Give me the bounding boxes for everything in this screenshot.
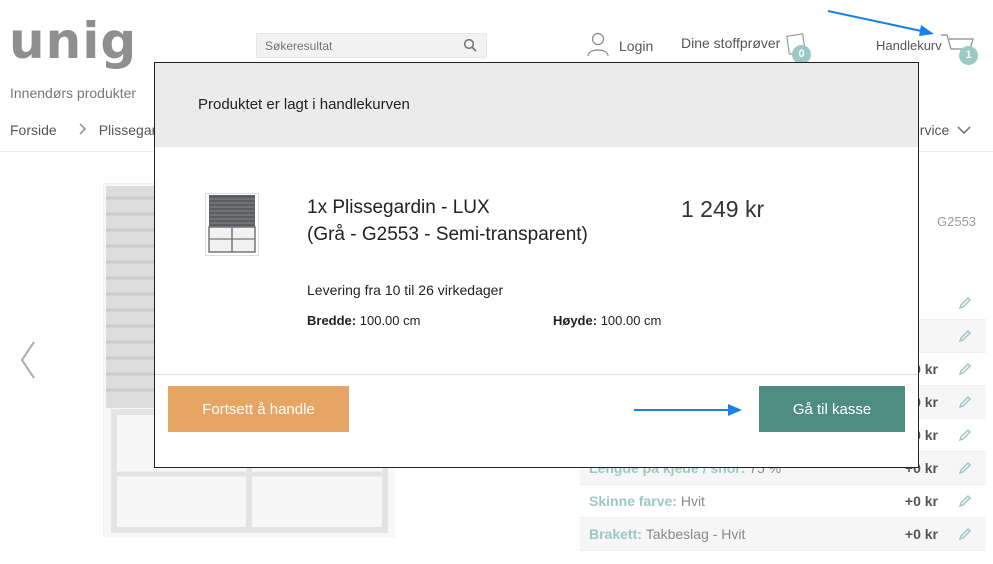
option-label: Skinne farve: Hvit bbox=[589, 493, 705, 509]
pencil-icon[interactable] bbox=[958, 296, 972, 313]
search-input[interactable] bbox=[257, 34, 457, 57]
pencil-icon[interactable] bbox=[958, 362, 972, 379]
pencil-icon[interactable] bbox=[958, 329, 972, 346]
pencil-icon[interactable] bbox=[958, 494, 972, 511]
page: unig Login Dine stoffprøver 0 Handlekurv… bbox=[0, 0, 993, 564]
height-dimension: Høyde: 100.00 cm bbox=[553, 313, 662, 328]
annotation-arrow-icon bbox=[827, 10, 934, 36]
option-row: Brakett: Takbeslag - Hvit +0 kr bbox=[580, 518, 986, 551]
cart-count-badge: 1 bbox=[959, 46, 978, 65]
modal-header: Produktet er lagt i handlekurven bbox=[155, 63, 918, 147]
breadcrumb-current[interactable]: Plissegar bbox=[99, 122, 157, 138]
customer-service-menu[interactable]: ervice bbox=[912, 122, 971, 138]
option-label: Brakett: Takbeslag - Hvit bbox=[589, 526, 746, 542]
cart-item-name: 1x Plissegardin - LUX (Grå - G2553 - Sem… bbox=[307, 194, 588, 248]
search-box[interactable] bbox=[256, 33, 487, 58]
category-link[interactable]: Innendørs produkter bbox=[10, 85, 136, 101]
chevron-right-icon bbox=[79, 122, 87, 138]
user-icon bbox=[586, 31, 610, 60]
added-to-cart-modal: Produktet er lagt i handlekurven 1x Plis… bbox=[154, 62, 919, 468]
item-variant: (Grå - G2553 - Semi-transparent) bbox=[307, 224, 588, 245]
checkout-button[interactable]: Gå til kasse bbox=[759, 386, 905, 432]
samples-link[interactable]: Dine stoffprøver bbox=[681, 35, 780, 51]
item-title: 1x Plissegardin - LUX bbox=[307, 197, 490, 218]
product-thumbnail bbox=[205, 193, 259, 256]
delivery-info: Levering fra 10 til 26 virkedager bbox=[307, 282, 504, 298]
pencil-icon[interactable] bbox=[958, 527, 972, 544]
breadcrumb: Forside Plissegar bbox=[10, 122, 156, 138]
pencil-icon[interactable] bbox=[958, 461, 972, 478]
modal-title: Produktet er lagt i handlekurven bbox=[198, 96, 410, 113]
width-dimension: Bredde: 100.00 cm bbox=[307, 313, 421, 328]
option-value: Hvit bbox=[680, 493, 705, 509]
previous-image-icon[interactable] bbox=[18, 340, 38, 385]
modal-divider bbox=[155, 374, 918, 375]
product-sku: G2553 bbox=[937, 214, 977, 229]
pencil-icon[interactable] bbox=[958, 395, 972, 412]
search-icon[interactable] bbox=[463, 38, 477, 57]
login-link[interactable]: Login bbox=[586, 31, 653, 60]
login-label: Login bbox=[619, 37, 654, 54]
continue-shopping-button[interactable]: Fortsett å handle bbox=[168, 386, 349, 432]
option-row: Skinne farve: Hvit +0 kr bbox=[580, 485, 986, 518]
breadcrumb-home[interactable]: Forside bbox=[10, 122, 57, 138]
chevron-down-icon bbox=[957, 122, 971, 138]
option-price: +0 kr bbox=[904, 526, 938, 542]
cart-link[interactable]: Handlekurv bbox=[876, 38, 942, 53]
option-price: +0 kr bbox=[904, 493, 938, 509]
option-value: Takbeslag - Hvit bbox=[645, 526, 746, 542]
cart-item-price: 1 249 kr bbox=[681, 196, 765, 222]
pencil-icon[interactable] bbox=[958, 428, 972, 445]
logo[interactable]: unig bbox=[9, 16, 137, 66]
